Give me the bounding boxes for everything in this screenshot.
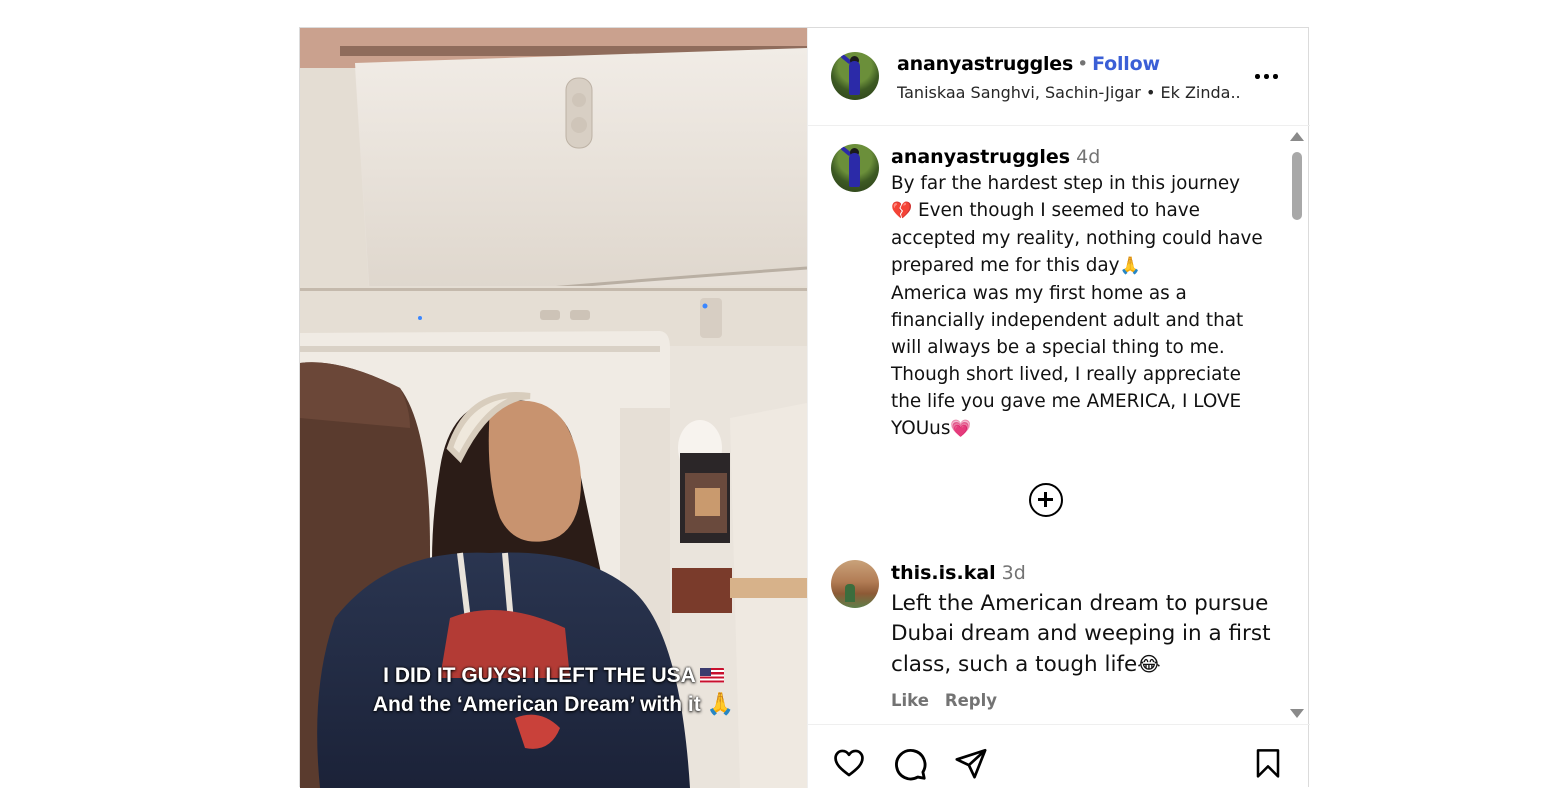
more-options-icon[interactable]	[1254, 66, 1280, 86]
comment-username[interactable]: this.is.kal	[891, 562, 996, 584]
caption-line: By far the hardest step in this journey	[891, 173, 1241, 194]
caption-author-avatar[interactable]	[831, 144, 879, 192]
overlay-line-2: And the ‘American Dream’ with it	[372, 693, 701, 716]
comment-actions: Like Reply	[891, 691, 1013, 710]
broken-heart-emoji: 💔	[891, 201, 913, 221]
caption-username[interactable]: ananyastruggles	[891, 146, 1070, 168]
comments-section[interactable]: ananyastruggles 4d By far the hardest ste…	[808, 126, 1310, 725]
comment-like-button[interactable]: Like	[891, 691, 929, 710]
caption-line: will always be a special thing to me.	[891, 337, 1225, 358]
bookmark-icon[interactable]	[1252, 746, 1284, 780]
paper-plane-icon[interactable]	[953, 746, 989, 780]
comment-item: this.is.kal 3d Left the American dream to…	[891, 562, 1281, 680]
us-flag-icon	[699, 668, 724, 683]
comment-reply-button[interactable]: Reply	[945, 691, 997, 710]
pink-heart-emoji: 💗	[950, 419, 972, 439]
separator-dot: •	[1077, 53, 1089, 75]
comment-timestamp[interactable]: 3d	[1002, 562, 1026, 584]
author-username[interactable]: ananyastruggles	[897, 53, 1073, 75]
praying-hands-icon: 🙏	[706, 691, 735, 716]
caption-line: YOUus	[891, 418, 951, 439]
heart-icon[interactable]	[831, 746, 867, 780]
caption-line: the life you gave me AMERICA, I LOVE	[891, 391, 1242, 412]
author-username-line: ananyastruggles • Follow	[897, 53, 1160, 75]
caption-timestamp[interactable]: 4d	[1076, 146, 1100, 168]
post-caption: ananyastruggles 4d By far the hardest ste…	[891, 146, 1281, 443]
video-caption-overlay: I DID IT GUYS! I LEFT THE USA And the ‘A…	[300, 662, 807, 719]
post-header: ananyastruggles • Follow Taniskaa Sanghvi,…	[808, 28, 1310, 126]
scroll-up-arrow-icon[interactable]	[1290, 132, 1304, 141]
author-avatar[interactable]	[831, 52, 879, 100]
caption-line: Though short lived, I really appreciate	[891, 364, 1241, 385]
post-container: I DID IT GUYS! I LEFT THE USA And the ‘A…	[299, 27, 1310, 788]
caption-text: By far the hardest step in this journey …	[891, 170, 1281, 443]
follow-button[interactable]: Follow	[1092, 53, 1160, 75]
load-more-comments-icon[interactable]	[1029, 483, 1063, 517]
post-video[interactable]: I DID IT GUYS! I LEFT THE USA And the ‘A…	[300, 28, 807, 788]
caption-line: financially independent adult and that	[891, 310, 1244, 331]
audio-attribution[interactable]: Taniskaa Sanghvi, Sachin-Jigar • Ek Zind…	[897, 83, 1242, 102]
scrollbar-thumb[interactable]	[1292, 152, 1302, 220]
caption-line: accepted my reality, nothing could have	[891, 228, 1263, 249]
folded-hands-emoji: 🙏	[1119, 256, 1141, 276]
post-action-bar	[808, 725, 1310, 788]
commenter-avatar[interactable]	[831, 560, 879, 608]
caption-line: Even though I seemed to have	[912, 200, 1200, 221]
comment-bubble-icon[interactable]	[892, 746, 928, 782]
caption-line: prepared me for this day	[891, 255, 1120, 276]
comment-text: Left the American dream to pursue Dubai …	[891, 591, 1271, 677]
post-side-panel: ananyastruggles • Follow Taniskaa Sanghvi,…	[807, 28, 1310, 788]
caption-line: America was my first home as a	[891, 283, 1187, 304]
scroll-down-arrow-icon[interactable]	[1290, 709, 1304, 718]
overlay-line-1: I DID IT GUYS! I LEFT THE USA	[383, 664, 696, 687]
laughing-emoji: 😂	[1137, 652, 1161, 676]
